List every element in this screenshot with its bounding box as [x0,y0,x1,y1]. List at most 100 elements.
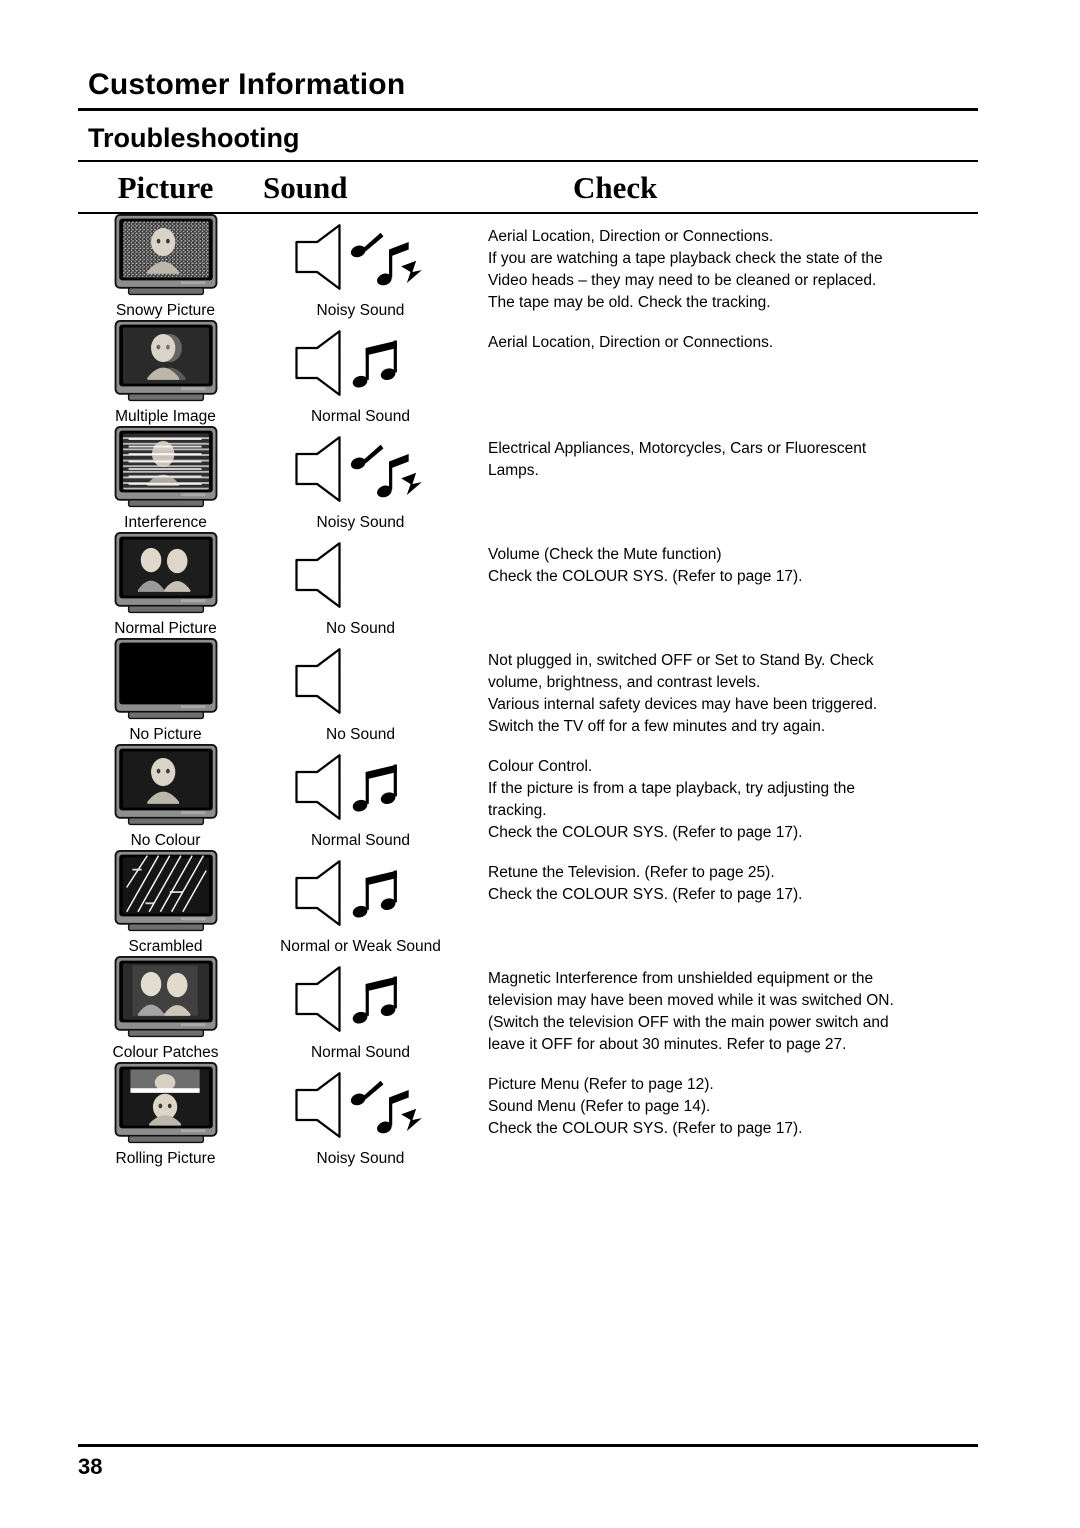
sound-cell: Noisy Sound [253,1062,468,1168]
check-line: leave it OFF for about 30 minutes. Refer… [488,1035,847,1053]
tv-snowy-picture-icon [113,213,219,300]
check-line: television may have been moved while it … [488,991,894,1009]
speaker-normal-sound-icon [286,744,436,830]
check-cell: Colour Control. If the picture is from a … [468,744,978,844]
table-row: Rolling Picture Noisy Sound Picture Menu … [78,1061,978,1168]
check-line: Magnetic Interference from unshielded eq… [488,969,874,987]
page-number: 38 [78,1454,103,1479]
picture-caption: Scrambled [128,937,203,955]
picture-cell: Colour Patches [78,955,253,1062]
tv-rolling-picture-icon [113,1061,219,1148]
speaker-no-sound-icon [286,532,436,618]
sound-caption: Noisy Sound [316,301,405,319]
table-row: Multiple Image Normal Sound Aerial Locati… [78,319,978,426]
table-row: Colour Patches Normal Sound Magnetic Inte… [78,955,978,1062]
check-line: Sound Menu (Refer to page 14). [488,1097,711,1115]
check-cell: Aerial Location, Direction or Connection… [468,320,978,354]
tv-no-colour-icon [113,743,219,830]
check-line: Colour Control. [488,757,593,775]
check-cell: Picture Menu (Refer to page 12). Sound Me… [468,1062,978,1140]
sound-cell: Noisy Sound [253,426,468,532]
column-header-sound: Sound [263,169,348,205]
picture-caption: Rolling Picture [115,1149,216,1167]
sound-caption: No Sound [326,725,395,743]
sound-caption: Noisy Sound [316,513,405,531]
check-cell: Electrical Appliances, Motorcycles, Cars… [468,426,978,482]
picture-cell: Snowy Picture [78,213,253,320]
column-header-picture: Picture [117,169,214,205]
speaker-noisy-sound-icon [286,1062,436,1148]
sound-caption: Normal or Weak Sound [280,937,441,955]
sound-caption: No Sound [326,619,395,637]
picture-caption: No Colour [130,831,201,849]
picture-caption: No Picture [129,725,202,743]
picture-caption: Colour Patches [112,1043,219,1061]
sound-cell: Normal Sound [253,744,468,850]
picture-cell: Rolling Picture [78,1061,253,1168]
tv-scrambled-icon [113,849,219,936]
picture-cell: No Colour [78,743,253,850]
picture-cell: Scrambled [78,849,253,956]
check-line: Aerial Location, Direction or Connection… [488,333,774,351]
check-line: Picture Menu (Refer to page 12). [488,1075,714,1093]
table-row: Snowy Picture Noisy Sound Aerial Location… [78,213,978,320]
picture-cell: No Picture [78,637,253,744]
check-line: If you are watching a tape playback chec… [488,249,883,267]
picture-caption: Interference [124,513,207,531]
speaker-normal-sound-icon [286,850,436,936]
sound-caption: Normal Sound [310,407,411,425]
sound-caption: Noisy Sound [316,1149,405,1167]
check-line: The tape may be old. Check the tracking. [488,293,771,311]
page-title: Troubleshooting [88,122,300,153]
picture-cell: Normal Picture [78,531,253,638]
table-row: Normal Picture No Sound Volume (Check the… [78,531,978,638]
sound-cell: Noisy Sound [253,214,468,320]
tv-interference-icon [113,425,219,512]
sound-cell: Normal Sound [253,320,468,426]
picture-caption: Snowy Picture [115,301,216,319]
picture-caption: Normal Picture [114,619,217,637]
tv-colour-patches-icon [113,955,219,1042]
sound-cell: No Sound [253,638,468,744]
check-line: Volume (Check the Mute function) [488,545,722,563]
table-row: No Colour Normal Sound Colour Control. If … [78,743,978,850]
check-line: Retune the Television. (Refer to page 25… [488,863,775,881]
troubleshooting-table: Snowy Picture Noisy Sound Aerial Location… [78,213,978,1168]
check-line: Not plugged in, switched OFF or Set to S… [488,651,874,669]
table-row: No Picture No Sound Not plugged in, switc… [78,637,978,744]
check-line: Lamps. [488,461,539,479]
column-header-check: Check [573,169,658,205]
speaker-normal-sound-icon [286,320,436,406]
check-line: Aerial Location, Direction or Connection… [488,227,774,245]
document-page: Customer Information Troubleshooting Pic… [0,0,1080,1528]
table-row: Interference Noisy Sound Electrical Appli… [78,425,978,532]
check-line: If the picture is from a tape playback, … [488,779,856,797]
sound-cell: Normal Sound [253,956,468,1062]
tv-multiple-image-icon [113,319,219,406]
speaker-noisy-sound-icon [286,214,436,300]
picture-caption: Multiple Image [115,407,216,425]
check-line: Check the COLOUR SYS. (Refer to page 17)… [488,567,803,585]
table-column-headers: Picture Sound Check [78,162,978,212]
footer-divider [78,1444,978,1447]
sound-caption: Normal Sound [310,1043,411,1061]
check-line: Check the COLOUR SYS. (Refer to page 17)… [488,823,803,841]
tv-no-picture-icon [113,637,219,724]
speaker-no-sound-icon [286,638,436,724]
speaker-noisy-sound-icon [286,426,436,512]
check-line: Video heads – they may need to be cleane… [488,271,877,289]
divider-under-section-title [78,108,978,111]
check-cell: Not plugged in, switched OFF or Set to S… [468,638,978,738]
check-cell: Retune the Television. (Refer to page 25… [468,850,978,906]
check-cell: Magnetic Interference from unshielded eq… [468,956,978,1056]
check-line: tracking. [488,801,547,819]
check-line: Check the COLOUR SYS. (Refer to page 17)… [488,1119,803,1137]
tv-normal-picture-icon [113,531,219,618]
sound-caption: Normal Sound [310,831,411,849]
check-line: (Switch the television OFF with the main… [488,1013,889,1031]
sound-cell: No Sound [253,532,468,638]
check-line: Electrical Appliances, Motorcycles, Cars… [488,439,867,457]
check-line: Switch the TV off for a few minutes and … [488,717,826,735]
check-line: volume, brightness, and contrast levels. [488,673,761,691]
page-content: Customer Information Troubleshooting Pic… [78,68,978,1168]
